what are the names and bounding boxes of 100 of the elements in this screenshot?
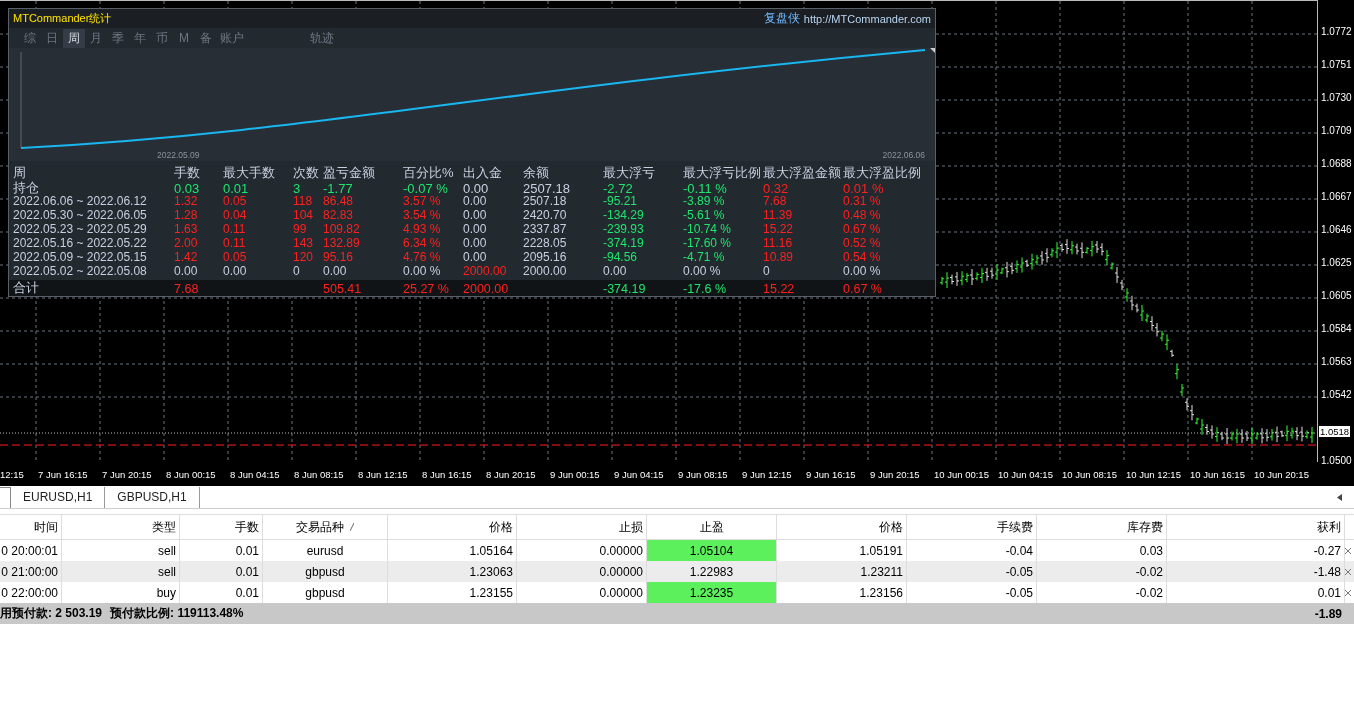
table-cell: 0.32 <box>763 180 789 196</box>
column-header[interactable]: 止盈 <box>699 518 724 536</box>
table-cell: 0.00 % <box>843 264 881 278</box>
period-tab[interactable]: 周 <box>63 28 85 48</box>
column-header[interactable]: 手数 <box>235 518 259 536</box>
column-header: 余额 <box>523 164 549 182</box>
panel-title: MTCommander统计 <box>13 11 112 26</box>
table-cell: 7.68 <box>763 194 787 208</box>
table-cell: 0.01 <box>223 180 249 196</box>
column-header[interactable]: 价格 <box>489 518 513 536</box>
time-label: 10 Jun 12:15 <box>1126 468 1181 480</box>
table-cell: 2000.00 <box>463 264 507 278</box>
table-cell: 1.23063 <box>388 561 517 582</box>
column-header: 百分比% <box>403 164 454 182</box>
time-label: 12:15 <box>0 468 24 480</box>
time-label: 10 Jun 00:15 <box>934 468 989 480</box>
table-cell: 2022.05.30 ~ 2022.06.05 <box>13 208 147 222</box>
table-cell: 0.00 <box>463 250 487 264</box>
table-cell: -1.48 <box>1167 561 1345 582</box>
time-label: 9 Jun 16:15 <box>806 468 856 480</box>
close-icon[interactable] <box>1345 568 1351 575</box>
table-cell: -17.6 % <box>683 281 727 296</box>
close-icon[interactable] <box>1345 589 1351 596</box>
brand-name: 复盘侠 <box>763 10 800 27</box>
table-cell: 95.16 <box>323 250 354 264</box>
table-cell: 0.03 <box>174 180 200 196</box>
table-cell: 3 <box>293 180 301 196</box>
marker-icon <box>930 48 935 53</box>
table-cell: 2095.16 <box>523 250 567 264</box>
table-cell: 2507.18 <box>523 180 570 196</box>
table-cell: 0 <box>293 264 300 278</box>
table-cell: 505.41 <box>323 281 362 296</box>
time-label: 8 Jun 16:15 <box>422 468 472 480</box>
column-header[interactable]: 时间 <box>34 518 58 536</box>
table-cell: 6.34 % <box>403 236 441 250</box>
table-cell: gbpusd <box>263 561 388 582</box>
column-header[interactable]: 交易品种 <box>296 518 344 536</box>
price-label: 1.0542 <box>1321 389 1352 400</box>
time-label: 9 Jun 04:15 <box>614 468 664 480</box>
time-label: 8 Jun 04:15 <box>230 468 280 480</box>
table-cell: 99 <box>293 222 307 236</box>
price-label: 1.0688 <box>1321 158 1352 169</box>
website-link[interactable]: http://MTCommander.com <box>803 12 931 25</box>
table-cell: 0.48 % <box>843 208 881 222</box>
time-label: 8 Jun 20:15 <box>486 468 536 480</box>
price-label: 1.0667 <box>1321 191 1352 202</box>
price-label: 1.0772 <box>1321 26 1352 37</box>
table-cell: 0.00 <box>223 264 247 278</box>
margin-summary: 用预付款: 2 503.19 <box>0 605 103 622</box>
table-cell: 3.57 % <box>403 194 441 208</box>
table-cell: 0.11 <box>223 222 246 236</box>
column-header: 最大浮盈金额 <box>763 164 841 182</box>
table-cell: 2228.05 <box>523 236 567 250</box>
table-cell: 0.31 % <box>843 194 881 208</box>
column-header[interactable]: 库存费 <box>1127 518 1163 536</box>
time-label: 7 Jun 16:15 <box>38 468 88 480</box>
time-label: 7 Jun 20:15 <box>102 468 152 480</box>
table-cell: -2.72 <box>603 180 633 196</box>
column-header[interactable]: 止损 <box>619 518 643 536</box>
table-cell: 3.54 % <box>403 208 441 222</box>
table-cell: -10.74 % <box>683 222 732 236</box>
time-label: 10 Jun 04:15 <box>998 468 1053 480</box>
table-cell: -0.05 <box>907 561 1037 582</box>
column-header: 最大浮盈比例 <box>843 164 921 182</box>
column-header[interactable]: 价格 <box>879 518 903 536</box>
price-label: 1.0730 <box>1321 92 1352 103</box>
table-cell: 1.63 <box>174 222 198 236</box>
table-cell: 0.00 <box>323 264 347 278</box>
table-cell: 0.00000 <box>517 561 647 582</box>
date-label: 2022.06.06 <box>882 150 925 160</box>
table-cell: 15.22 <box>763 281 795 296</box>
table-cell: 11.39 <box>763 208 793 222</box>
column-header[interactable]: 手续费 <box>997 518 1033 536</box>
table-cell: 0.00 <box>463 222 487 236</box>
time-label: 9 Jun 20:15 <box>870 468 920 480</box>
table-cell: 0.01 % <box>843 180 884 196</box>
close-icon[interactable] <box>1345 547 1351 554</box>
column-header[interactable]: 类型 <box>152 518 176 536</box>
table-cell: 132.89 <box>323 236 360 250</box>
table-cell: 0.00 <box>174 264 198 278</box>
price-label: 1.0646 <box>1321 224 1352 235</box>
time-label: 10 Jun 08:15 <box>1062 468 1117 480</box>
table-cell: 2022.05.23 ~ 2022.05.29 <box>13 222 147 236</box>
table-cell: -0.11 % <box>683 180 727 196</box>
column-header: 最大浮亏比例 <box>683 164 761 182</box>
table-cell: 0 <box>763 264 770 278</box>
table-cell: 2000.00 <box>523 264 567 278</box>
table-cell: 2000.00 <box>463 281 509 296</box>
column-header: 最大手数 <box>223 164 275 182</box>
table-cell: -374.19 <box>603 236 644 250</box>
table-cell: -17.60 % <box>683 236 732 250</box>
table-cell: -374.19 <box>603 281 646 296</box>
time-label: 8 Jun 00:15 <box>166 468 216 480</box>
scroll-left-icon[interactable] <box>1337 494 1342 501</box>
time-label: 9 Jun 00:15 <box>550 468 600 480</box>
table-cell: 2.00 <box>174 236 198 250</box>
column-header[interactable]: 获利 <box>1317 518 1341 536</box>
table-cell: 0.00 <box>463 180 489 196</box>
table-cell: 2022.05.16 ~ 2022.05.22 <box>13 236 147 250</box>
column-header: 出入金 <box>463 164 502 182</box>
